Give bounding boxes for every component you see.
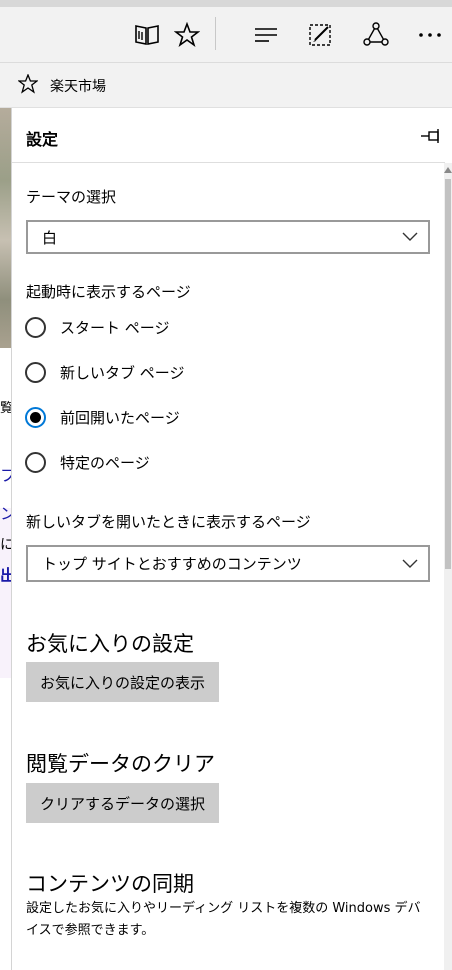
theme-select[interactable]: 白 [26, 220, 430, 254]
background-text-fragment[interactable]: フ [0, 468, 11, 484]
theme-label: テーマの選択 [26, 188, 117, 206]
radio-label: スタート ページ [60, 319, 170, 337]
radio-button[interactable] [25, 362, 46, 383]
startup-label: 起動時に表示するページ [26, 283, 191, 301]
share-icon[interactable] [356, 7, 396, 62]
sync-heading: コンテンツの同期 [26, 872, 194, 896]
chevron-down-icon [398, 556, 422, 572]
reading-view-icon[interactable] [127, 7, 167, 62]
favorites-bar: 楽天市場 [0, 63, 452, 108]
startup-option-previous-pages[interactable]: 前回開いたページ [25, 407, 180, 428]
new-tab-label: 新しいタブを開いたときに表示するページ [26, 513, 311, 531]
background-text-fragment[interactable]: 出 [0, 568, 11, 584]
background-page: 覧 フ ン に 出 [0, 108, 11, 970]
favorite-item[interactable]: 楽天市場 [17, 73, 106, 98]
clear-data-heading: 閲覧データのクリア [26, 752, 215, 776]
scrollbar-thumb[interactable] [445, 179, 451, 569]
settings-divider [12, 162, 445, 163]
web-note-icon[interactable] [300, 7, 340, 62]
choose-data-to-clear-button[interactable]: クリアするデータの選択 [26, 783, 220, 823]
radio-button[interactable] [25, 317, 46, 338]
scroll-up-arrow-icon[interactable] [444, 163, 452, 177]
startup-option-specific-page[interactable]: 特定のページ [25, 452, 150, 473]
favorite-star-icon[interactable] [167, 7, 207, 62]
browser-toolbar [0, 7, 452, 63]
favorites-settings-heading: お気に入りの設定 [26, 632, 194, 656]
background-text-fragment: に [0, 537, 11, 553]
settings-pane: 設定 テーマの選択 白 起動時に表示するページ スタート ページ 新しいタブ ペ… [11, 108, 445, 970]
radio-button[interactable] [25, 452, 46, 473]
theme-select-value: 白 [42, 228, 58, 247]
background-text-fragment: 覧 [0, 401, 11, 416]
settings-scrollbar[interactable] [444, 163, 452, 970]
startup-option-start-page[interactable]: スタート ページ [25, 317, 169, 338]
radio-label: 前回開いたページ [60, 409, 180, 427]
radio-label: 新しいタブ ページ [60, 364, 185, 382]
radio-label: 特定のページ [60, 454, 150, 472]
more-icon[interactable] [410, 7, 450, 62]
background-text-fragment[interactable]: ン [0, 506, 11, 522]
startup-option-new-tab[interactable]: 新しいタブ ページ [25, 362, 184, 383]
new-tab-select[interactable]: トップ サイトとおすすめのコンテンツ [26, 545, 430, 582]
radio-button-selected[interactable] [25, 407, 46, 428]
star-outline-icon [17, 73, 39, 98]
pin-icon[interactable] [420, 126, 444, 146]
chevron-down-icon [398, 229, 422, 245]
hub-icon[interactable] [246, 7, 286, 62]
settings-title: 設定 [26, 130, 59, 149]
sync-description: 設定したお気に入りやリーディング リストを複数の Windows デバイスで参照… [26, 901, 421, 938]
background-photo [0, 108, 11, 348]
background-panel [0, 508, 11, 678]
favorite-item-label: 楽天市場 [50, 79, 106, 95]
window-top-strip [0, 0, 452, 7]
new-tab-select-value: トップ サイトとおすすめのコンテンツ [42, 555, 302, 573]
view-favorites-settings-button[interactable]: お気に入りの設定の表示 [26, 662, 220, 702]
toolbar-separator [215, 17, 216, 50]
